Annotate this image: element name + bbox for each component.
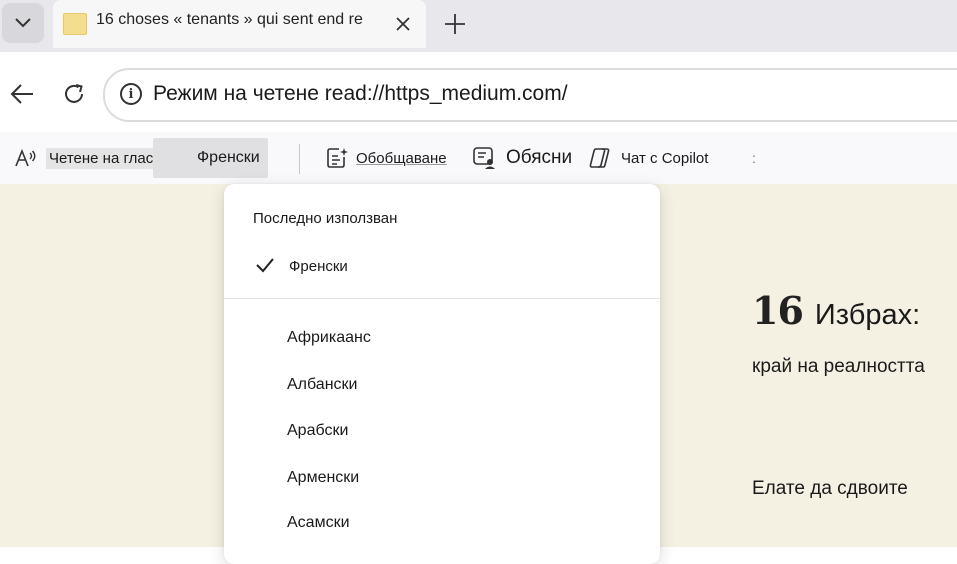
- language-option[interactable]: Африкаанс: [287, 329, 371, 347]
- info-icon[interactable]: i: [120, 83, 142, 105]
- summarize-icon: [327, 148, 348, 168]
- summarize-button[interactable]: Обобщаване: [326, 132, 447, 184]
- copilot-icon: [589, 148, 610, 168]
- chevron-down-icon: [15, 18, 31, 28]
- toolbar-more-button[interactable]: :: [752, 132, 756, 184]
- checkmark-icon: [256, 258, 274, 273]
- dropdown-divider: [224, 298, 660, 299]
- article-headline: 16 Избрах:: [752, 288, 920, 333]
- reload-icon: [65, 84, 83, 103]
- tab-list-button[interactable]: [2, 3, 44, 43]
- close-icon: [396, 17, 410, 31]
- language-selector-label: Френски: [197, 149, 260, 166]
- language-option[interactable]: Албански: [287, 376, 357, 394]
- read-aloud-icon: [15, 148, 36, 167]
- back-arrow-icon: [10, 84, 33, 104]
- language-option[interactable]: Асамски: [287, 514, 350, 532]
- plus-icon: [445, 14, 465, 34]
- copilot-label: Чат с Copilot: [621, 149, 709, 167]
- tab-close-button[interactable]: [391, 12, 415, 36]
- tab-strip: 16 choses « tenants » qui sent end re ś: [0, 0, 957, 52]
- article-paragraph: край на реалността: [752, 356, 925, 377]
- tab-title-overflow: ś: [367, 15, 368, 27]
- language-option[interactable]: Арабски: [287, 422, 348, 440]
- language-option[interactable]: Арменски: [287, 469, 359, 487]
- active-tab[interactable]: 16 choses « tenants » qui sent end re ś: [53, 0, 426, 48]
- address-text[interactable]: Режим на четене read://https_medium.com/: [153, 82, 568, 106]
- explain-label: Обясни: [506, 147, 573, 168]
- summarize-label: Обобщаване: [356, 149, 447, 167]
- language-option-label: Френски: [289, 258, 348, 275]
- explain-icon: [473, 147, 495, 169]
- reload-button[interactable]: [58, 78, 90, 110]
- language-option-selected[interactable]: Френски: [224, 252, 660, 282]
- language-dropdown: Последно използван Френски Африкаанс Алб…: [224, 184, 660, 564]
- article-title: Избрах:: [814, 299, 921, 331]
- page-favicon: [63, 13, 87, 35]
- address-bar[interactable]: i Режим на четене read://https_medium.co…: [103, 68, 957, 122]
- copilot-chat-button[interactable]: Чат с Copilot: [588, 132, 708, 184]
- back-button[interactable]: [6, 78, 38, 110]
- article-paragraph: Елате да сдвоите: [752, 478, 908, 499]
- reader-toolbar: Четене на глас ab Френски Обобщаване Обя…: [0, 132, 957, 184]
- tab-title: 16 choses « tenants » qui sent end re ś: [96, 11, 368, 29]
- explain-button[interactable]: Обясни: [472, 132, 572, 184]
- new-tab-button[interactable]: [440, 9, 470, 39]
- article-number: 16: [752, 288, 804, 333]
- recent-languages-header: Последно използван: [253, 210, 398, 227]
- address-row: i Режим на четене read://https_medium.co…: [0, 52, 957, 132]
- language-selector[interactable]: Френски: [153, 138, 268, 178]
- toolbar-divider: [299, 144, 300, 174]
